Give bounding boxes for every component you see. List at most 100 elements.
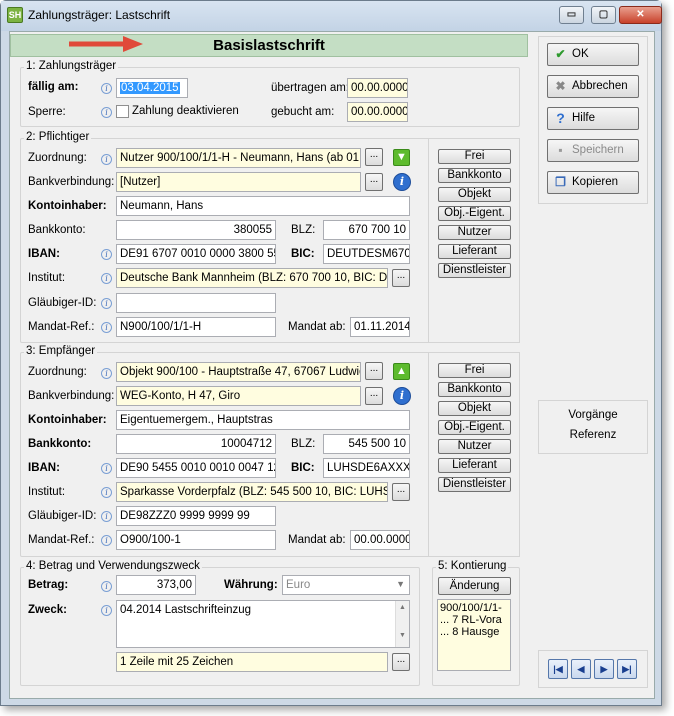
betrag-input[interactable]: 373,00: [116, 575, 196, 595]
betrag-label: Betrag:: [28, 579, 69, 591]
pflichtiger-bic-input[interactable]: DEUTDESM670: [323, 244, 410, 264]
zahlung-deaktivieren-checkbox[interactable]: [116, 105, 129, 118]
pflichtiger-zuordnung-browse-button[interactable]: ...: [365, 148, 383, 166]
maximize-button[interactable]: ▢: [591, 6, 616, 24]
vorgaenge-link[interactable]: Vorgänge: [538, 409, 648, 421]
section-1-title: 1: Zahlungsträger: [24, 60, 119, 72]
iban-label: IBAN:: [28, 462, 60, 474]
close-button[interactable]: ✕: [619, 6, 662, 24]
institut-label: Institut:: [28, 486, 66, 498]
pflichtiger-lieferant-button[interactable]: Lieferant: [438, 244, 511, 259]
pflichtiger-mandat-ref-input[interactable]: N900/100/1/1-H: [116, 317, 276, 337]
empfaenger-blz-input[interactable]: 545 500 10: [323, 434, 410, 454]
info-icon[interactable]: i: [101, 535, 112, 546]
empfaenger-bankkonto-button[interactable]: Bankkonto: [438, 382, 511, 397]
pflichtiger-bankkonto-button[interactable]: Bankkonto: [438, 168, 511, 183]
empfaenger-mandat-ab-input[interactable]: 00.00.0000: [350, 530, 410, 550]
empfaenger-objekt-button[interactable]: Objekt: [438, 401, 511, 416]
pflichtiger-bankkonto-input[interactable]: 380055: [116, 220, 276, 240]
pflichtiger-dienstleister-button[interactable]: Dienstleister: [438, 263, 511, 278]
waehrung-label: Währung:: [224, 579, 278, 591]
last-record-icon[interactable]: ▶|: [617, 659, 637, 679]
previous-record-icon[interactable]: ◀: [571, 659, 591, 679]
kontoinhaber-label: Kontoinhaber:: [28, 200, 107, 212]
pflichtiger-iban-input[interactable]: DE91 6707 0010 0000 3800 55: [116, 244, 276, 264]
empfaenger-lieferant-button[interactable]: Lieferant: [438, 458, 511, 473]
section-2-title: 2: Pflichtiger: [24, 131, 92, 143]
info-icon[interactable]: i: [101, 511, 112, 522]
empfaenger-frei-button[interactable]: Frei: [438, 363, 511, 378]
empfaenger-obj-eigent-button[interactable]: Obj.-Eigent.: [438, 420, 511, 435]
next-record-icon[interactable]: ▶: [594, 659, 614, 679]
check-icon: ✔: [555, 47, 566, 61]
pflichtiger-mandat-ab-input[interactable]: 01.11.2014: [350, 317, 410, 337]
pflichtiger-institut-browse-button[interactable]: ...: [392, 269, 410, 287]
empfaenger-iban-input[interactable]: DE90 5455 0010 0010 0047 12: [116, 458, 276, 478]
empfaenger-kontoinhaber-input[interactable]: Eigentuemergem., Hauptstras: [116, 410, 410, 430]
empfaenger-bankkonto-input[interactable]: 10004712: [116, 434, 276, 454]
empfaenger-dienstleister-button[interactable]: Dienstleister: [438, 477, 511, 492]
pflichtiger-objekt-button[interactable]: Objekt: [438, 187, 511, 202]
pflichtiger-frei-button[interactable]: Frei: [438, 149, 511, 164]
faellig-label: fällig am:: [28, 81, 79, 93]
empfaenger-glaeubiger-input[interactable]: DE98ZZZ0 9999 9999 99: [116, 506, 276, 526]
section-5-title: 5: Kontierung: [436, 560, 509, 572]
info-icon[interactable]: i: [101, 581, 112, 592]
down-arrow-icon[interactable]: ▼: [393, 149, 410, 166]
pflichtiger-blz-input[interactable]: 670 700 10: [323, 220, 410, 240]
info-icon[interactable]: i: [101, 322, 112, 333]
info-icon[interactable]: i: [101, 368, 112, 379]
bankverbindung-label: Bankverbindung:: [28, 390, 115, 402]
up-arrow-icon[interactable]: ▲: [393, 363, 410, 380]
referenz-link[interactable]: Referenz: [538, 429, 648, 441]
kontierung-line: ... 7 RL-Vora: [440, 614, 502, 626]
textarea-scrollbar[interactable]: ▲ ▼: [395, 601, 409, 647]
hilfe-button[interactable]: ? Hilfe: [547, 107, 639, 130]
kontoinhaber-label: Kontoinhaber:: [28, 414, 107, 426]
kontierung-line: 900/100/1/1-: [440, 602, 502, 614]
pflichtiger-kontoinhaber-input[interactable]: Neumann, Hans: [116, 196, 410, 216]
info-icon[interactable]: i: [101, 463, 112, 474]
info-icon[interactable]: i: [101, 154, 112, 165]
mandat-ab-label: Mandat ab:: [288, 534, 346, 546]
pflichtiger-nutzer-button[interactable]: Nutzer: [438, 225, 511, 240]
info-icon[interactable]: i: [101, 298, 112, 309]
pflichtiger-institut-field: Deutsche Bank Mannheim (BLZ: 670 700 10,…: [116, 268, 388, 288]
ok-button[interactable]: ✔ OK: [547, 43, 639, 66]
empfaenger-nutzer-button[interactable]: Nutzer: [438, 439, 511, 454]
info-circle-icon[interactable]: i: [393, 173, 411, 191]
empfaenger-mandat-ref-input[interactable]: O900/100-1: [116, 530, 276, 550]
empfaenger-bic-input[interactable]: LUHSDE6AXXX: [323, 458, 410, 478]
empfaenger-bank-browse-button[interactable]: ...: [365, 387, 383, 405]
blz-label: BLZ:: [291, 438, 316, 450]
pflichtiger-glaeubiger-input[interactable]: [116, 293, 276, 313]
info-icon[interactable]: i: [101, 273, 112, 284]
zweck-textarea[interactable]: 04.2014 Lastschrifteinzug ▲ ▼: [116, 600, 410, 648]
empfaenger-institut-field: Sparkasse Vorderpfalz (BLZ: 545 500 10, …: [116, 482, 388, 502]
zweck-browse-button[interactable]: ...: [392, 653, 410, 671]
info-circle-icon[interactable]: i: [393, 387, 411, 405]
first-record-icon[interactable]: |◀: [548, 659, 568, 679]
bankverbindung-label: Bankverbindung:: [28, 176, 115, 188]
info-icon[interactable]: i: [101, 83, 112, 94]
save-icon: ▪: [558, 143, 563, 157]
speichern-button[interactable]: ▪ Speichern: [547, 139, 639, 162]
faellig-input[interactable]: 03.04.2015: [116, 78, 188, 98]
abbrechen-button[interactable]: ✖ Abbrechen: [547, 75, 639, 98]
minimize-button[interactable]: ▭: [559, 6, 584, 24]
info-icon[interactable]: i: [101, 107, 112, 118]
info-icon[interactable]: i: [101, 249, 112, 260]
pflichtiger-bank-browse-button[interactable]: ...: [365, 173, 383, 191]
waehrung-select[interactable]: Euro ▼: [282, 575, 410, 595]
empfaenger-bankverbindung-field: WEG-Konto, H 47, Giro: [116, 386, 361, 406]
aenderung-button[interactable]: Änderung: [438, 577, 511, 595]
pflichtiger-obj-eigent-button[interactable]: Obj.-Eigent.: [438, 206, 511, 221]
kopieren-button[interactable]: ❐ Kopieren: [547, 171, 639, 194]
zahlung-deaktivieren-label[interactable]: Zahlung deaktivieren: [132, 105, 239, 117]
info-icon[interactable]: i: [101, 487, 112, 498]
info-icon[interactable]: i: [101, 605, 112, 616]
empfaenger-institut-browse-button[interactable]: ...: [392, 483, 410, 501]
uebertragen-label: übertragen am:: [271, 82, 349, 94]
empfaenger-zuordnung-browse-button[interactable]: ...: [365, 362, 383, 380]
bic-label: BIC:: [291, 462, 315, 474]
